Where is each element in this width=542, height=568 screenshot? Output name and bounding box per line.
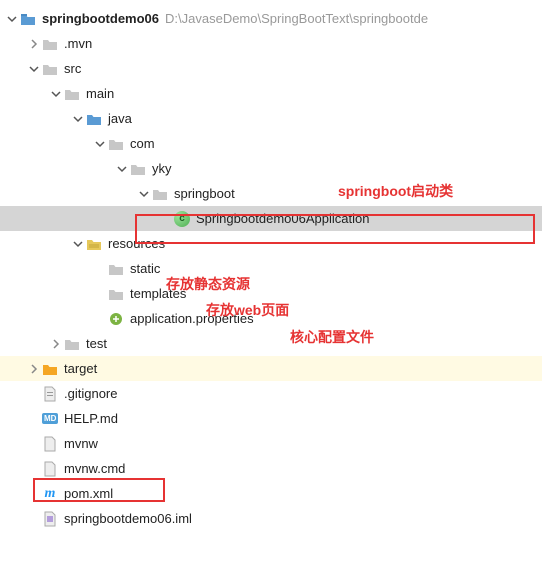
iml-label: springbootdemo06.iml [64, 511, 192, 526]
tree-row-mvnw-cmd[interactable]: mvnw.cmd [0, 456, 542, 481]
chevron-down-icon[interactable] [116, 163, 128, 175]
tree-row-src[interactable]: src [0, 56, 542, 81]
tree-row-target[interactable]: target [0, 356, 542, 381]
main-label: main [86, 86, 114, 101]
tree-row-com[interactable]: com [0, 131, 542, 156]
tree-row-test[interactable]: test [0, 331, 542, 356]
maven-icon: m [42, 486, 58, 502]
target-label: target [64, 361, 97, 376]
chevron-down-icon[interactable] [6, 13, 18, 25]
markdown-icon: MD [42, 413, 58, 424]
package-icon [130, 161, 146, 177]
app-class-label: Springbootdemo06Application [196, 211, 369, 226]
tree-row-root[interactable]: springbootdemo06 D:\JavaseDemo\SpringBoo… [0, 6, 542, 31]
folder-icon [64, 86, 80, 102]
folder-icon [108, 286, 124, 302]
annotation-static: 存放静态资源 [166, 274, 250, 294]
tree-row-yky[interactable]: yky [0, 156, 542, 181]
tree-row-springboot[interactable]: springboot [0, 181, 542, 206]
com-label: com [130, 136, 155, 151]
file-icon [42, 436, 58, 452]
chevron-down-icon[interactable] [94, 138, 106, 150]
annotation-core-config: 核心配置文件 [290, 327, 374, 347]
mvnw-cmd-label: mvnw.cmd [64, 461, 125, 476]
folder-icon [42, 61, 58, 77]
pom-label: pom.xml [64, 486, 113, 501]
chevron-down-icon[interactable] [28, 63, 40, 75]
chevron-down-icon[interactable] [72, 238, 84, 250]
mvnw-label: mvnw [64, 436, 98, 451]
package-icon [108, 136, 124, 152]
tree-row-static[interactable]: static [0, 256, 542, 281]
tree-row-resources[interactable]: resources [0, 231, 542, 256]
file-icon [42, 461, 58, 477]
tree-row-gitignore[interactable]: .gitignore [0, 381, 542, 406]
project-tree: springbootdemo06 D:\JavaseDemo\SpringBoo… [0, 0, 542, 531]
yky-label: yky [152, 161, 172, 176]
folder-icon [64, 336, 80, 352]
test-label: test [86, 336, 107, 351]
resources-label: resources [108, 236, 165, 251]
tree-row-app-class[interactable]: Springbootdemo06Application [0, 206, 542, 231]
tree-row-pom[interactable]: m pom.xml [0, 481, 542, 506]
chevron-down-icon[interactable] [138, 188, 150, 200]
project-folder-icon [20, 11, 36, 27]
src-label: src [64, 61, 81, 76]
tree-row-mvn[interactable]: .mvn [0, 31, 542, 56]
gitignore-label: .gitignore [64, 386, 117, 401]
folder-icon [42, 36, 58, 52]
chevron-down-icon[interactable] [72, 113, 84, 125]
resources-folder-icon [86, 236, 102, 252]
chevron-right-icon[interactable] [28, 38, 40, 50]
package-icon [152, 186, 168, 202]
chevron-down-icon[interactable] [50, 88, 62, 100]
tree-row-java[interactable]: java [0, 106, 542, 131]
tree-row-help[interactable]: MD HELP.md [0, 406, 542, 431]
file-icon [42, 386, 58, 402]
java-class-icon [174, 211, 190, 227]
file-icon [42, 511, 58, 527]
mvn-label: .mvn [64, 36, 92, 51]
springboot-label: springboot [174, 186, 235, 201]
annotation-launch-class: springboot启动类 [338, 181, 453, 201]
tree-row-mvnw[interactable]: mvnw [0, 431, 542, 456]
source-folder-icon [86, 111, 102, 127]
properties-file-icon [108, 311, 124, 327]
annotation-templates: 存放web页面 [206, 300, 289, 320]
help-label: HELP.md [64, 411, 118, 426]
tree-row-iml[interactable]: springbootdemo06.iml [0, 506, 542, 531]
target-folder-icon [42, 361, 58, 377]
root-label: springbootdemo06 [42, 11, 159, 26]
chevron-right-icon[interactable] [28, 363, 40, 375]
tree-row-main[interactable]: main [0, 81, 542, 106]
folder-icon [108, 261, 124, 277]
java-label: java [108, 111, 132, 126]
root-path: D:\JavaseDemo\SpringBootText\springbootd… [165, 11, 428, 26]
chevron-right-icon[interactable] [50, 338, 62, 350]
static-label: static [130, 261, 160, 276]
